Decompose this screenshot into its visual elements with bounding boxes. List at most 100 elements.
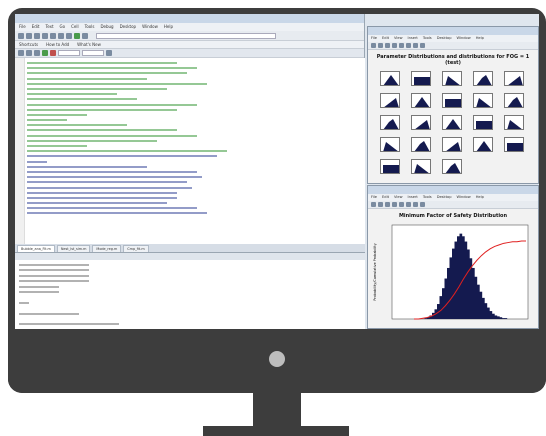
figure1-rotate-icon[interactable] — [420, 43, 425, 48]
editor-run-icon[interactable] — [42, 50, 48, 56]
parameter-subplot — [442, 137, 462, 152]
ide-menu-window[interactable]: Window — [142, 24, 158, 29]
ide-titlebar — [15, 14, 364, 23]
figure2-menu-help[interactable]: Help — [476, 195, 484, 199]
histogram-bar — [454, 241, 458, 319]
subplot-histogram — [414, 77, 430, 85]
code-line-text — [27, 103, 197, 106]
histogram-bar — [449, 257, 453, 319]
figure-window-parameters: File Edit View Insert Tools Desktop Window Help… — [367, 26, 539, 184]
editor-new-icon[interactable] — [18, 50, 24, 56]
figure2-new-icon[interactable] — [371, 202, 376, 207]
figure2-zoom-in-icon[interactable] — [399, 202, 404, 207]
ide-menu-debug[interactable]: Debug — [100, 24, 113, 29]
cell-eval-icon[interactable] — [106, 50, 112, 56]
undo-icon[interactable] — [66, 32, 72, 39]
figure-window-safety-distribution: File Edit View Insert Tools Desktop Window Help… — [367, 185, 539, 329]
code-line-text — [27, 72, 187, 75]
parameter-subplot — [380, 115, 400, 130]
monitor-stand-base — [203, 426, 349, 436]
ide-menu-tools[interactable]: Tools — [85, 24, 95, 29]
parameter-subplot — [380, 71, 400, 86]
figure1-zoom-in-icon[interactable] — [399, 43, 404, 48]
editor-tab[interactable]: Bubble_ana_Fit.m — [17, 245, 55, 252]
ide-menu-desktop[interactable]: Desktop — [120, 24, 137, 29]
subplot-histogram — [507, 97, 523, 107]
paste-icon[interactable] — [58, 32, 64, 39]
editor-tab[interactable]: Cmp_fit.m — [123, 245, 149, 252]
command-window[interactable] — [15, 252, 365, 329]
figure2-menu-insert[interactable]: Insert — [408, 195, 418, 199]
ide-menu-file[interactable]: File — [19, 24, 26, 29]
cut-icon[interactable] — [42, 32, 48, 39]
figure2-save-icon[interactable] — [385, 202, 390, 207]
figure1-menu-window[interactable]: Window — [457, 36, 471, 40]
cell-increment-field[interactable] — [58, 50, 80, 56]
figure1-new-icon[interactable] — [371, 43, 376, 48]
figure1-print-icon[interactable] — [392, 43, 397, 48]
subplot-histogram — [445, 163, 461, 173]
figure2-zoom-out-icon[interactable] — [406, 202, 411, 207]
figure1-menu-edit[interactable]: Edit — [382, 36, 389, 40]
histogram-bar — [479, 291, 483, 319]
figure2-menu-desktop[interactable]: Desktop — [437, 195, 452, 199]
figure2-menu-file[interactable]: File — [371, 195, 377, 199]
cell-divide-field[interactable] — [82, 50, 104, 56]
editor-tab[interactable]: Mode_reg.m — [92, 245, 122, 252]
histogram-bar — [467, 249, 470, 319]
save-icon[interactable] — [34, 32, 40, 39]
subplot-histogram — [508, 76, 523, 85]
code-line-text — [27, 207, 197, 210]
ide-menu-text[interactable]: Text — [45, 24, 53, 29]
histogram-bar — [472, 267, 475, 319]
figure1-menu-file[interactable]: File — [371, 36, 377, 40]
copy-icon[interactable] — [50, 32, 56, 39]
figure2-print-icon[interactable] — [392, 202, 397, 207]
ide-menu-go[interactable]: Go — [60, 24, 66, 29]
parameter-subplot — [504, 137, 524, 152]
figure1-menu-help[interactable]: Help — [476, 36, 484, 40]
editor-tab[interactable]: Nest_lst_sim.m — [56, 245, 91, 252]
figure1-pan-icon[interactable] — [413, 43, 418, 48]
figure1-menu-tools[interactable]: Tools — [423, 36, 432, 40]
run-icon[interactable] — [74, 32, 80, 39]
figure1-menu-insert[interactable]: Insert — [408, 36, 418, 40]
figure1-menu-desktop[interactable]: Desktop — [437, 36, 452, 40]
current-folder-field[interactable] — [96, 32, 276, 39]
open-file-icon[interactable] — [26, 32, 32, 39]
shortcut-how-to-add[interactable]: How to Add — [46, 42, 69, 47]
figure1-zoom-out-icon[interactable] — [406, 43, 411, 48]
editor-print-icon[interactable] — [34, 50, 40, 56]
new-file-icon[interactable] — [18, 32, 24, 39]
parameter-subplot — [473, 71, 493, 86]
shortcut-what-s-new[interactable]: What's New — [77, 42, 101, 47]
subplot-distribution-shape — [415, 120, 430, 129]
figure1-save-icon[interactable] — [385, 43, 390, 48]
subplot-distribution-shape — [507, 120, 522, 129]
figure2-menu-edit[interactable]: Edit — [382, 195, 389, 199]
ide-menu-cell[interactable]: Cell — [71, 24, 78, 29]
editor-stop-icon[interactable] — [50, 50, 56, 56]
parameter-subplot — [411, 93, 431, 108]
line-number-gutter — [15, 58, 25, 244]
histogram-bar — [494, 315, 498, 319]
figure2-open-icon[interactable] — [378, 202, 383, 207]
figure1-open-icon[interactable] — [378, 43, 383, 48]
figure2-menu-view[interactable]: View — [394, 195, 403, 199]
histogram-bar — [492, 313, 495, 319]
ide-menu-edit[interactable]: Edit — [32, 24, 40, 29]
figure2-menu-window[interactable]: Window — [457, 195, 471, 199]
figure2-menu-tools[interactable]: Tools — [423, 195, 432, 199]
subplot-distribution-shape — [476, 121, 492, 129]
figure2-pan-icon[interactable] — [413, 202, 418, 207]
safety-histogram-chart: Probability/Cumulative Probability — [373, 224, 529, 320]
editor-save-icon[interactable] — [26, 50, 32, 56]
histogram-bar — [444, 278, 448, 319]
shortcut-shortcuts[interactable]: Shortcuts — [19, 42, 38, 47]
figure1-menu-view[interactable]: View — [394, 36, 403, 40]
figure2-rotate-icon[interactable] — [420, 202, 425, 207]
code-editor[interactable] — [15, 58, 365, 244]
parameter-subplot — [411, 115, 431, 130]
ide-menu-help[interactable]: Help — [164, 24, 173, 29]
help-icon[interactable] — [82, 32, 88, 39]
